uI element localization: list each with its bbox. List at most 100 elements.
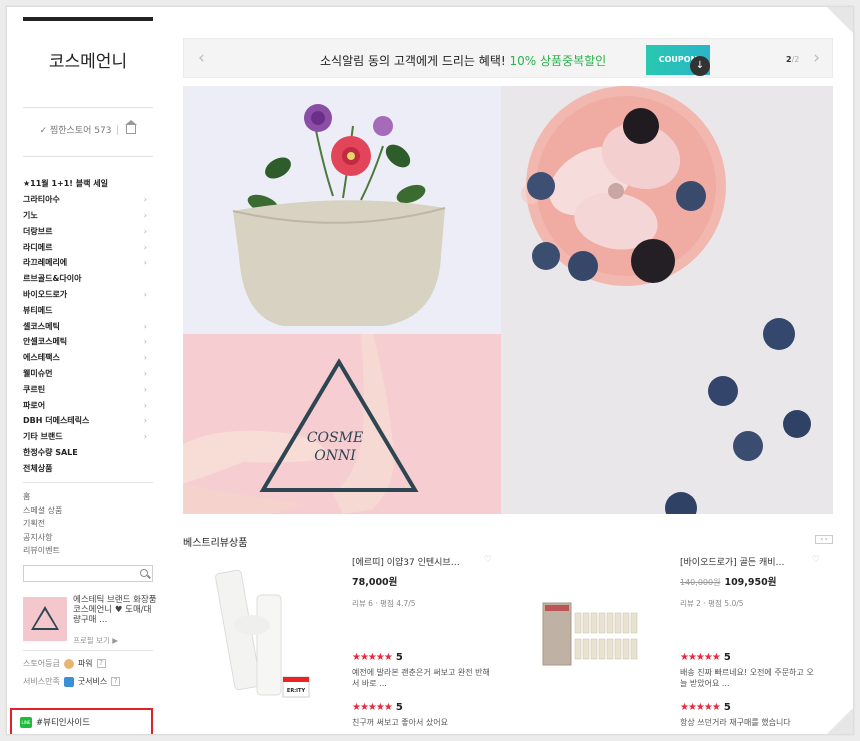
heart-icon[interactable]: ♡ — [484, 555, 492, 568]
category-label[interactable]: 바이오드로가 — [23, 289, 67, 300]
category-item[interactable]: 기노 › — [23, 208, 153, 224]
review-item[interactable]: ★★★★★ 5 친구꺼 써보고 좋아서 샀어요 — [352, 695, 492, 728]
category-label[interactable]: 전체상품 — [23, 463, 52, 474]
category-label[interactable]: 라끄레메리에 — [23, 257, 67, 268]
chevron-right-icon[interactable]: › — [144, 385, 147, 394]
notice-message[interactable]: 소식알림 동의 고객에게 드리는 혜택! 10% 상품중복할인 — [320, 52, 606, 69]
category-item[interactable]: 더랑브르 › — [23, 223, 153, 239]
category-item[interactable]: 셀코스메틱 › — [23, 318, 153, 334]
help-icon[interactable]: ? — [111, 677, 121, 686]
chevron-right-icon[interactable]: › — [144, 337, 147, 346]
category-item[interactable]: DBH 더메스테릭스 › — [23, 413, 153, 429]
product-card[interactable]: [바이오드로가] 골든 캐비… ♡ 140,000원 109,950원 리뷰 2 · 평… — [680, 555, 820, 728]
follow-store-label[interactable]: ✓ 찜한스토어 573 — [40, 123, 112, 136]
category-label[interactable]: 더랑브르 — [23, 226, 52, 237]
chevron-right-icon[interactable]: › — [144, 369, 147, 378]
category-item[interactable]: ★11월 1+1! 블랙 세일 — [23, 176, 153, 192]
product-price: 109,950원 — [724, 577, 777, 588]
category-label[interactable]: ★11월 1+1! 블랙 세일 — [23, 178, 108, 189]
chevron-right-icon[interactable]: › — [144, 353, 147, 362]
search-icon[interactable] — [140, 569, 148, 577]
chevron-right-icon[interactable]: › — [144, 258, 147, 267]
banner-prev-button[interactable]: ‹ — [198, 48, 205, 68]
category-item[interactable]: 쿠르틴 › — [23, 381, 153, 397]
review-item[interactable]: ★★★★★ 5 예전에 발라본 괜춘은거 써보고 완전 반해서 바로 ... — [352, 645, 492, 689]
store-name[interactable]: 코스메언니 — [23, 47, 153, 72]
line-channel-link[interactable]: LINE #뷰티인사이드 — [10, 708, 153, 734]
profile-link[interactable]: 프로필 보기 ▶ — [73, 635, 118, 646]
category-label[interactable]: 기타 브랜드 — [23, 431, 63, 442]
category-label[interactable]: 르브골드&다이아 — [23, 273, 82, 284]
product-image-2[interactable] — [539, 599, 639, 667]
category-item[interactable]: 전체상품 — [23, 460, 153, 476]
category-item[interactable]: 바이오드로가 › — [23, 287, 153, 303]
product-card[interactable]: [에르띠] 이얍37 인텐시브… ♡ 78,000원 리뷰 6 · 평점 4.7/5 ★… — [352, 555, 492, 728]
category-label[interactable]: DBH 더메스테릭스 — [23, 415, 89, 426]
category-label[interactable]: 에스테팩스 — [23, 352, 60, 363]
chevron-right-icon[interactable]: › — [144, 322, 147, 331]
store-search-input[interactable] — [23, 565, 153, 582]
category-label[interactable]: 한정수량 SALE — [23, 447, 78, 458]
product-tubes-illustration: ER:ITY — [215, 569, 310, 698]
category-item[interactable]: 그라티아수 › — [23, 192, 153, 208]
product-price-row: 78,000원 — [352, 574, 492, 588]
category-label[interactable]: 웰미슈먼 — [23, 368, 52, 379]
chevron-right-icon[interactable]: › — [144, 211, 147, 220]
category-label[interactable]: 쿠르틴 — [23, 384, 45, 395]
category-item[interactable]: 기타 브랜드 › — [23, 429, 153, 445]
category-label[interactable]: 파로어 — [23, 400, 45, 411]
product-name-row[interactable]: [에르띠] 이얍37 인텐시브… ♡ — [352, 555, 492, 568]
category-item[interactable]: 안셀코스메틱 › — [23, 334, 153, 350]
sidebar-top-bar — [23, 17, 153, 21]
product-name[interactable]: [바이오드로가] 골든 캐비… — [680, 555, 785, 568]
rating-stars: ★★★★★ — [352, 652, 393, 663]
follow-store[interactable]: ✓ 찜한스토어 573 — [23, 120, 153, 136]
store-profile-thumbnail[interactable] — [23, 597, 67, 641]
chevron-right-icon[interactable]: › — [144, 243, 147, 252]
chevron-right-icon[interactable]: › — [144, 195, 147, 204]
store-home-icon[interactable] — [125, 120, 138, 134]
category-item[interactable]: 라끄레메리에 › — [23, 255, 153, 271]
category-item[interactable]: 에스테팩스 › — [23, 350, 153, 366]
review-item[interactable]: ★★★★★ 5 배송 진짜 빠르네요! 오전에 주문하고 오늘 받았어요 ... — [680, 645, 820, 689]
store-profile-card[interactable]: 에스테틱 브랜드 화장품 코스메언니 ♥ 도매/대량구매 ... 프로필 보기 … — [23, 595, 159, 646]
divider — [23, 156, 153, 157]
category-label[interactable]: 라디메르 — [23, 242, 52, 253]
hero-logo-line2: ONNI — [314, 448, 356, 464]
category-item[interactable]: 파로어 › — [23, 397, 153, 413]
store-link[interactable]: 스페셜 상품 — [23, 505, 62, 519]
service-grade: 서비스만족 굿서비스 ? — [23, 676, 121, 687]
product-image-1[interactable]: ER:ITY — [197, 565, 317, 700]
heart-icon[interactable]: ♡ — [812, 555, 820, 568]
help-icon[interactable]: ? — [96, 659, 106, 668]
chevron-right-icon[interactable]: › — [144, 432, 147, 441]
line-channel-label[interactable]: #뷰티인사이드 — [36, 716, 90, 728]
best-slider-controls[interactable]: ‹ › — [815, 535, 833, 544]
chevron-right-icon[interactable]: › — [144, 290, 147, 299]
product-name-row[interactable]: [바이오드로가] 골든 캐비… ♡ — [680, 555, 820, 568]
store-link[interactable]: 공지사항 — [23, 532, 62, 546]
store-link[interactable]: 홈 — [23, 491, 62, 505]
product-name[interactable]: [에르띠] 이얍37 인텐시브… — [352, 555, 460, 568]
category-label[interactable]: 뷰티메드 — [23, 305, 52, 316]
store-link[interactable]: 기획전 — [23, 518, 62, 532]
chevron-right-icon[interactable]: › — [144, 401, 147, 410]
chevron-right-icon[interactable]: › — [144, 416, 147, 425]
category-item[interactable]: 라디메르 › — [23, 239, 153, 255]
category-label[interactable]: 안셀코스메틱 — [23, 336, 67, 347]
rating-score: 5 — [395, 702, 403, 713]
category-item[interactable]: 한정수량 SALE — [23, 445, 153, 461]
category-label[interactable]: 셀코스메틱 — [23, 321, 60, 332]
rating-score: 5 — [723, 652, 731, 663]
banner-next-button[interactable]: › — [813, 48, 820, 68]
category-label[interactable]: 그라티아수 — [23, 194, 60, 205]
hero-banner[interactable]: COSME ONNI — [183, 86, 833, 524]
category-label[interactable]: 기노 — [23, 210, 38, 221]
category-item[interactable]: 뷰티메드 — [23, 302, 153, 318]
category-item[interactable]: 웰미슈먼 › — [23, 366, 153, 382]
chevron-right-icon[interactable]: › — [144, 227, 147, 236]
category-item[interactable]: 르브골드&다이아 — [23, 271, 153, 287]
download-icon[interactable]: ↓ — [690, 56, 710, 76]
review-item[interactable]: ★★★★★ 5 항상 쓰던거라 재구매를 했습니다 — [680, 695, 820, 728]
store-link[interactable]: 리뷰이벤트 — [23, 545, 62, 559]
